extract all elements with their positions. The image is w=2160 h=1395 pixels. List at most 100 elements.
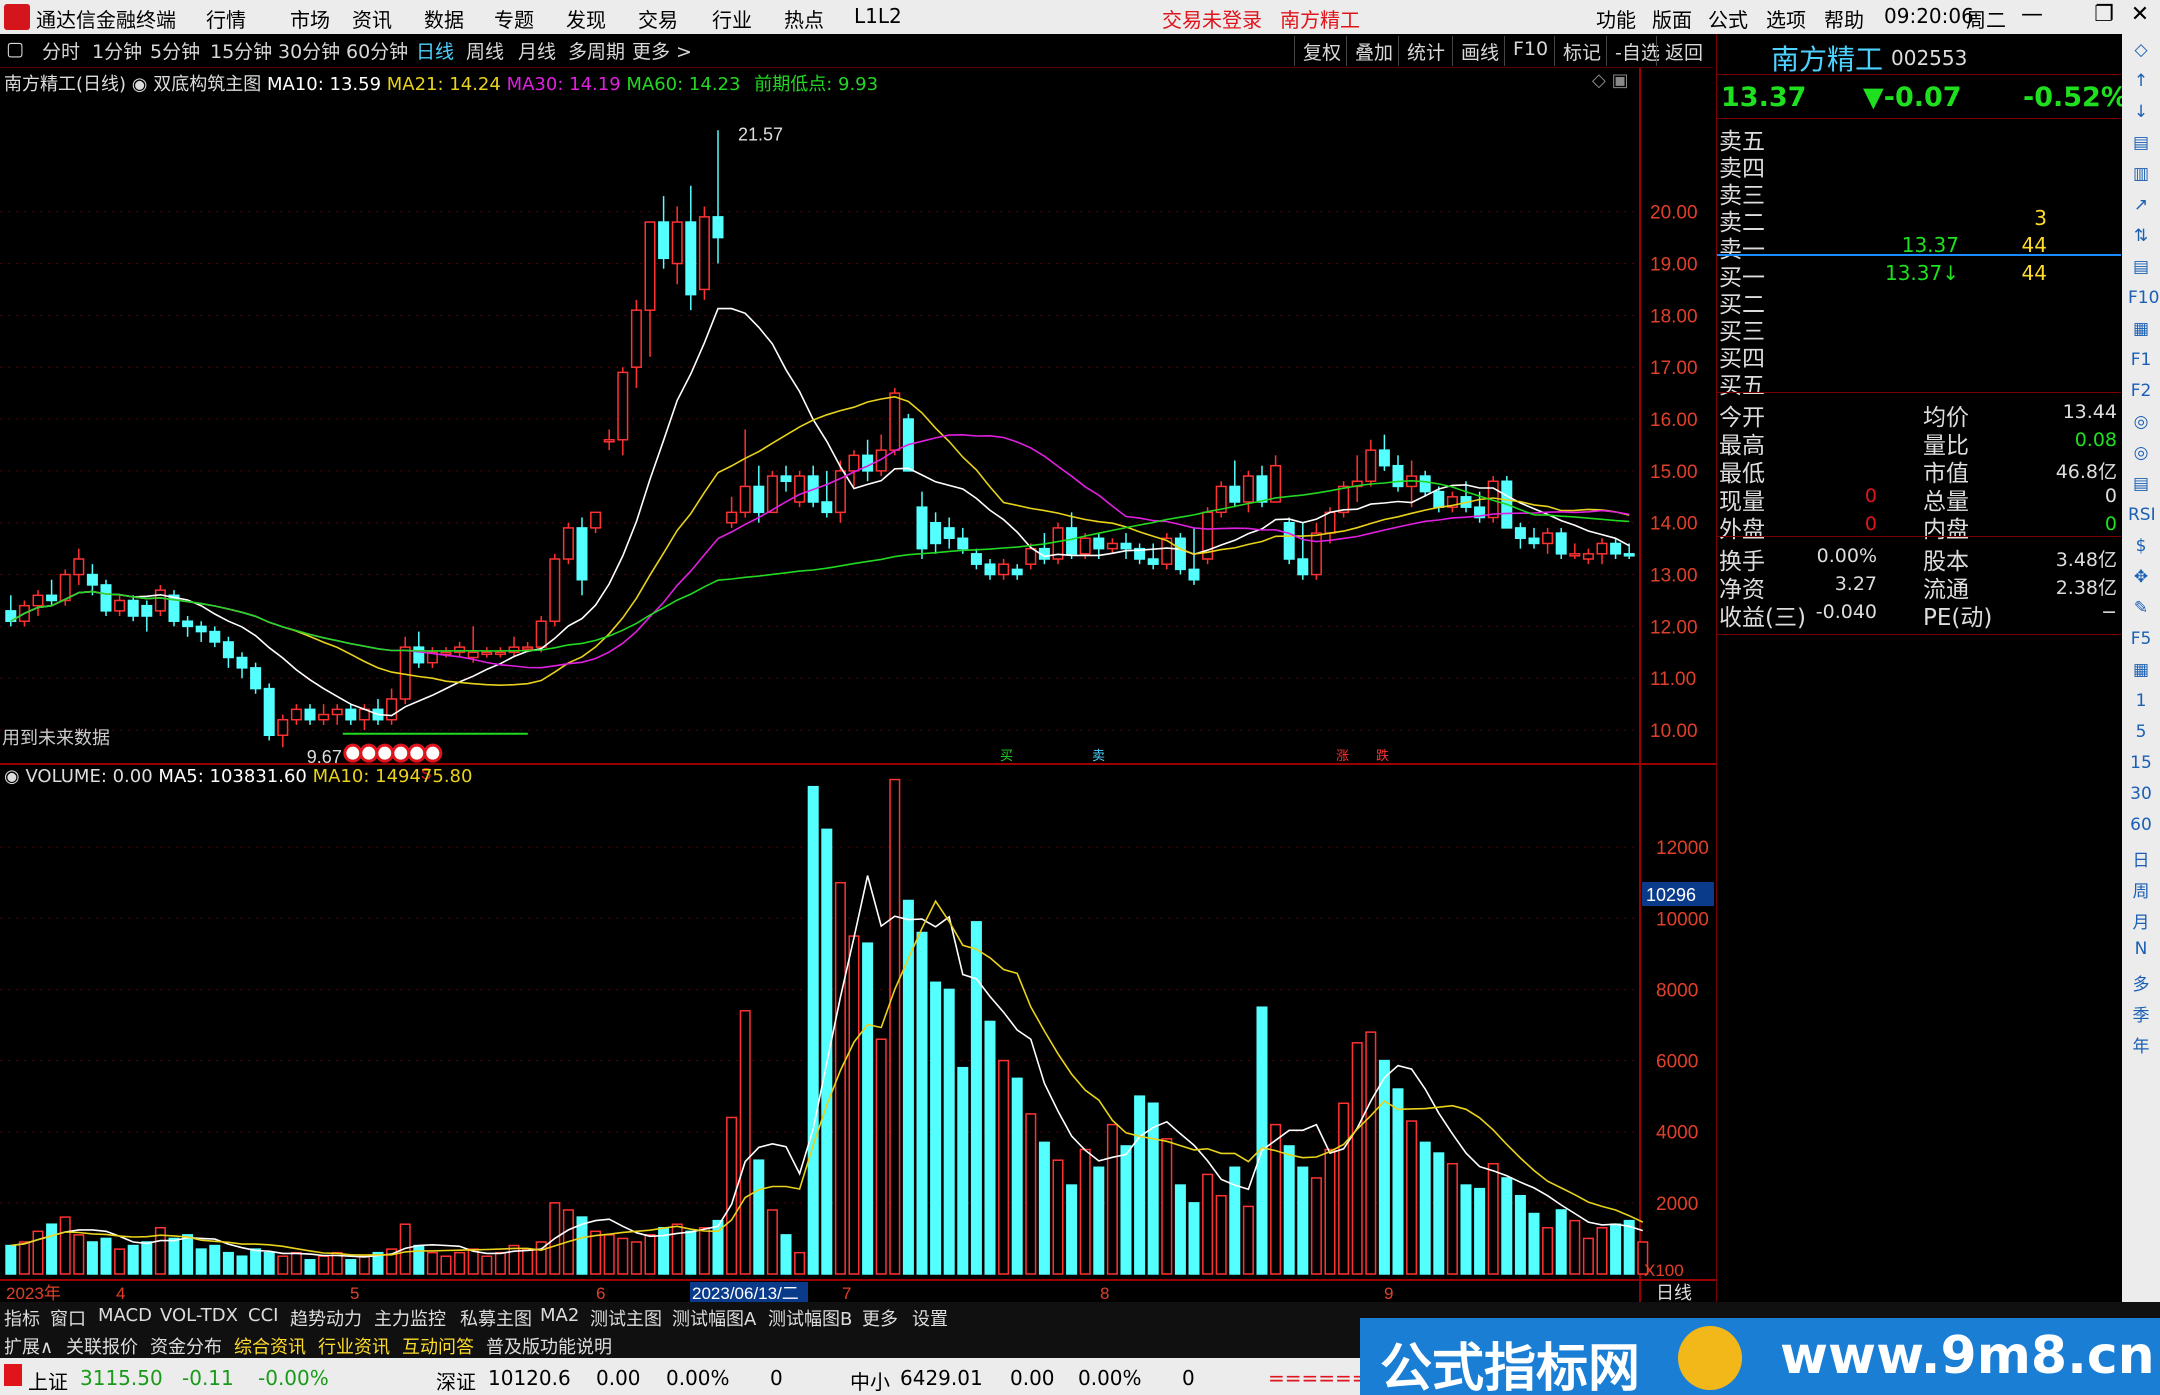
- toolstrip-icon[interactable]: 15: [2128, 753, 2154, 773]
- toolstrip-icon[interactable]: ▤: [2128, 257, 2154, 277]
- indicator-tab[interactable]: 更多: [862, 1305, 898, 1331]
- menu-item-right[interactable]: 选项: [1766, 4, 1806, 33]
- toolstrip-icon[interactable]: ◇: [2128, 40, 2154, 60]
- menu-item-right[interactable]: 版面: [1652, 4, 1692, 33]
- menu-item-right[interactable]: 功能: [1596, 4, 1636, 33]
- period-tab[interactable]: 15分钟: [210, 37, 272, 64]
- menu-item[interactable]: 交易: [638, 4, 678, 33]
- period-tab[interactable]: 分时: [42, 37, 80, 64]
- toolstrip-icon[interactable]: ◎: [2128, 412, 2154, 432]
- extension-tab[interactable]: 普及版功能说明: [486, 1333, 612, 1359]
- extension-tab[interactable]: 关联报价: [66, 1333, 138, 1359]
- indicator-tab[interactable]: 测试幅图A: [672, 1305, 756, 1331]
- period-tab[interactable]: 日线: [416, 37, 454, 64]
- toolbar-button[interactable]: F10: [1504, 36, 1556, 66]
- period-tab[interactable]: 5分钟: [150, 37, 200, 64]
- toolstrip-icon[interactable]: 月: [2128, 908, 2154, 933]
- toolstrip-icon[interactable]: ↗: [2128, 195, 2154, 215]
- indicator-tab[interactable]: 趋势动力: [290, 1305, 362, 1331]
- toolstrip-icon[interactable]: 多: [2128, 970, 2154, 995]
- toolstrip-icon[interactable]: ◎: [2128, 443, 2154, 463]
- indicator-tab[interactable]: 窗口: [50, 1305, 86, 1331]
- indicator-tab[interactable]: 私募主图: [460, 1305, 532, 1331]
- sh-name[interactable]: 上证: [28, 1366, 68, 1395]
- kline-chart[interactable]: 20.00 19.00 18.00 17.00 16.00 15.00 14.00 13.00…: [0, 68, 1716, 1304]
- toolstrip-icon[interactable]: ⇅: [2128, 226, 2154, 246]
- toolstrip-icon[interactable]: RSI: [2128, 505, 2156, 525]
- toolbar-button[interactable]: 复权: [1294, 36, 1349, 66]
- menu-item-right[interactable]: 帮助: [1824, 4, 1864, 33]
- toolstrip-icon[interactable]: N: [2128, 939, 2154, 959]
- toolstrip-icon[interactable]: ▦: [2128, 319, 2154, 339]
- menu-item[interactable]: 市场: [290, 4, 330, 33]
- toolstrip-icon[interactable]: 30: [2128, 784, 2154, 804]
- indicator-tab[interactable]: 指标: [4, 1305, 40, 1331]
- menu-item[interactable]: 资讯: [352, 4, 392, 33]
- menu-item[interactable]: 数据: [424, 4, 464, 33]
- toolstrip-icon[interactable]: $: [2128, 536, 2154, 556]
- period-tab[interactable]: 30分钟: [278, 37, 340, 64]
- window-icon[interactable]: ▢: [6, 38, 24, 60]
- menu-item-right[interactable]: 公式: [1708, 4, 1748, 33]
- formula-name[interactable]: 双底构筑主图: [153, 74, 261, 95]
- minimize-button[interactable]: —: [2014, 2, 2050, 27]
- toolbar-button[interactable]: 统计: [1398, 36, 1453, 66]
- toolbar-button[interactable]: 画线: [1452, 36, 1507, 66]
- indicator-tab[interactable]: CCI: [248, 1305, 278, 1326]
- menu-item[interactable]: 行业: [712, 4, 752, 33]
- toolstrip-icon[interactable]: ▤: [2128, 474, 2154, 494]
- menu-item[interactable]: 发现: [566, 4, 606, 33]
- indicator-tab[interactable]: 测试幅图B: [768, 1305, 852, 1331]
- indicator-tab[interactable]: VOL-TDX: [160, 1305, 238, 1326]
- toolstrip-icon[interactable]: F10: [2128, 288, 2159, 308]
- toolbar-button[interactable]: 叠加: [1346, 36, 1401, 66]
- toolstrip-icon[interactable]: ↑: [2128, 71, 2154, 91]
- extension-tab[interactable]: 扩展∧: [4, 1333, 53, 1359]
- extension-tab[interactable]: 资金分布: [150, 1333, 222, 1359]
- chart-options-icon[interactable]: ◇ ▣: [1592, 70, 1629, 91]
- toolbar-button[interactable]: 标记: [1554, 36, 1609, 66]
- indicator-tab[interactable]: 测试主图: [590, 1305, 662, 1331]
- toolstrip-icon[interactable]: ▦: [2128, 660, 2154, 680]
- extension-tab[interactable]: 综合资讯: [234, 1333, 306, 1359]
- restore-button[interactable]: ❐: [2086, 2, 2122, 27]
- toolstrip-icon[interactable]: 年: [2128, 1032, 2154, 1057]
- menu-item[interactable]: 行情: [206, 4, 246, 33]
- toolstrip-icon[interactable]: ✎: [2128, 598, 2154, 618]
- menu-item[interactable]: 专题: [494, 4, 534, 33]
- extension-tab[interactable]: 行业资讯: [318, 1333, 390, 1359]
- toolstrip-icon[interactable]: F2: [2128, 381, 2154, 401]
- period-tab[interactable]: 1分钟: [92, 37, 142, 64]
- formula-selector-icon[interactable]: ◉: [132, 74, 153, 95]
- login-status[interactable]: 交易未登录: [1162, 4, 1262, 33]
- indicator-tab[interactable]: 设置: [912, 1305, 948, 1331]
- toolstrip-icon[interactable]: ↓: [2128, 102, 2154, 122]
- period-tab[interactable]: 更多 >: [632, 37, 692, 64]
- toolbar-button[interactable]: 返回: [1656, 36, 1711, 66]
- period-tab[interactable]: 周线: [466, 37, 504, 64]
- toolstrip-icon[interactable]: F5: [2128, 629, 2154, 649]
- period-tab[interactable]: 60分钟: [346, 37, 408, 64]
- sz-name[interactable]: 深证: [436, 1366, 476, 1395]
- extension-tab[interactable]: 互动问答: [402, 1333, 474, 1359]
- period-tab[interactable]: 多周期: [568, 37, 625, 64]
- toolstrip-icon[interactable]: ▤: [2128, 133, 2154, 153]
- zx-name[interactable]: 中小: [850, 1366, 890, 1395]
- volume-selector-icon[interactable]: ◉: [4, 766, 25, 787]
- toolstrip-icon[interactable]: 季: [2128, 1001, 2154, 1026]
- toolstrip-icon[interactable]: ▥: [2128, 164, 2154, 184]
- indicator-tab[interactable]: 主力监控: [374, 1305, 446, 1331]
- close-button[interactable]: ✕: [2122, 2, 2158, 27]
- indicator-tab[interactable]: MACD: [98, 1305, 152, 1326]
- toolstrip-icon[interactable]: ✥: [2128, 567, 2154, 587]
- toolstrip-icon[interactable]: 日: [2128, 846, 2154, 871]
- indicator-tab[interactable]: MA2: [540, 1305, 579, 1326]
- toolstrip-icon[interactable]: 周: [2128, 877, 2154, 902]
- toolstrip-icon[interactable]: 5: [2128, 722, 2154, 742]
- toolstrip-icon[interactable]: F1: [2128, 350, 2154, 370]
- toolstrip-icon[interactable]: 60: [2128, 815, 2154, 835]
- menu-item[interactable]: L1L2: [854, 4, 902, 28]
- menu-item[interactable]: 热点: [784, 4, 824, 33]
- period-tab[interactable]: 月线: [518, 37, 556, 64]
- toolstrip-icon[interactable]: 1: [2128, 691, 2154, 711]
